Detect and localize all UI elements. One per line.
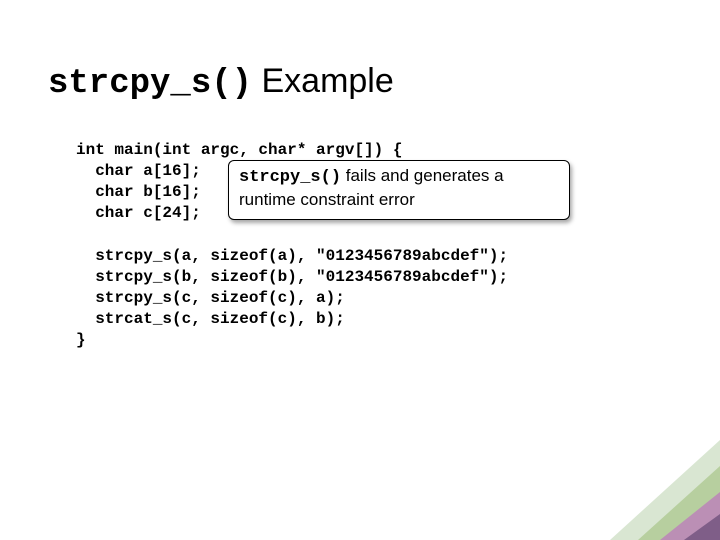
slide-title: strcpy_s() Example — [48, 62, 394, 103]
slide: strcpy_s() Example int main(int argc, ch… — [0, 0, 720, 540]
callout-box: strcpy_s() fails and generates a runtime… — [228, 160, 570, 220]
callout-code-part: strcpy_s() — [239, 168, 341, 187]
corner-accent — [600, 440, 720, 540]
title-code-part: strcpy_s() — [48, 65, 252, 103]
title-text-part: Example — [252, 62, 394, 100]
